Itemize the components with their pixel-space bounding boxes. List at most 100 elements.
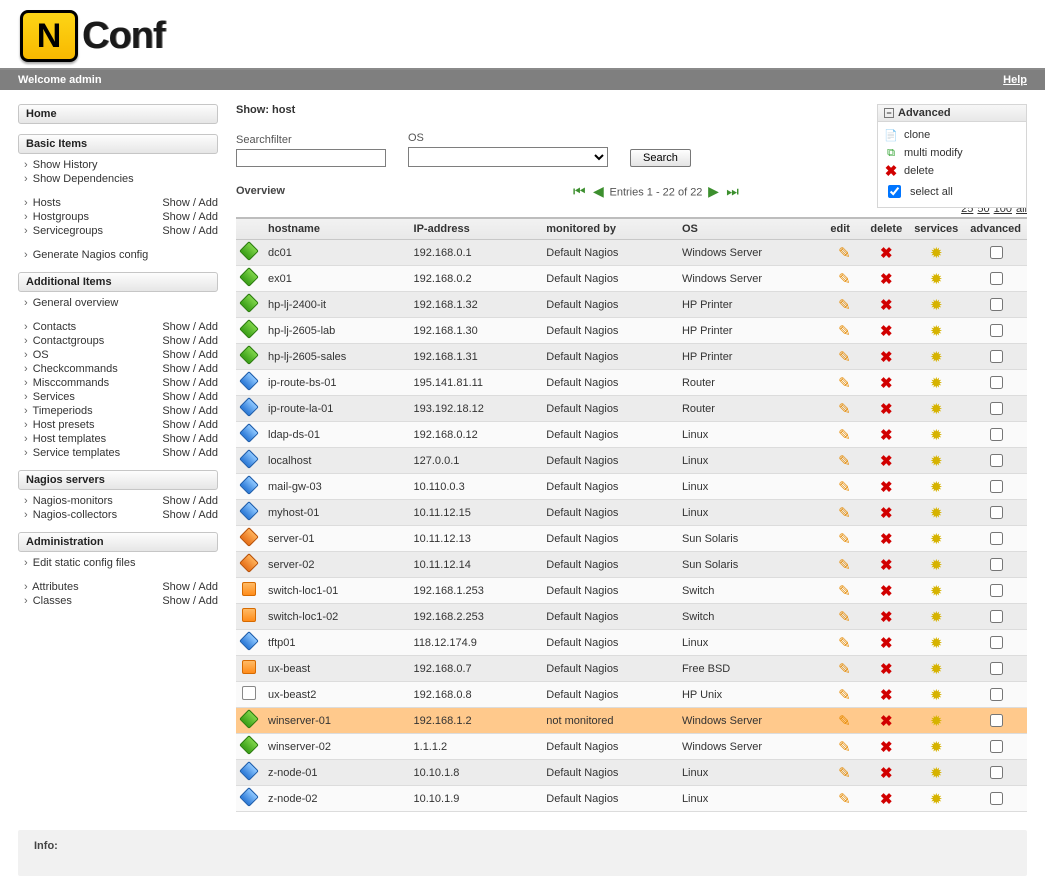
edit-icon[interactable]: ✎	[838, 479, 851, 496]
delete-icon[interactable]: ✖	[880, 583, 893, 600]
host-link[interactable]: localhost	[268, 455, 311, 467]
th-ip[interactable]: IP-address	[408, 218, 541, 240]
row-checkbox[interactable]	[990, 636, 1003, 649]
row-checkbox[interactable]	[990, 584, 1003, 597]
edit-icon[interactable]: ✎	[838, 713, 851, 730]
delete-icon[interactable]: ✖	[880, 323, 893, 340]
sidebar-show-add[interactable]: Show / Add	[162, 495, 218, 507]
services-icon[interactable]: ✹	[930, 375, 943, 392]
advanced-delete[interactable]: ✖ delete	[884, 162, 1020, 180]
sidebar-item[interactable]: › Contactgroups	[24, 335, 104, 347]
row-checkbox[interactable]	[990, 324, 1003, 337]
host-link[interactable]: switch-loc1-01	[268, 585, 338, 597]
sidebar-show-add[interactable]: Show / Add	[162, 595, 218, 607]
row-checkbox[interactable]	[990, 454, 1003, 467]
edit-icon[interactable]: ✎	[838, 531, 851, 548]
sidebar-show-add[interactable]: Show / Add	[162, 433, 218, 445]
th-mon[interactable]: monitored by	[540, 218, 676, 240]
delete-icon[interactable]: ✖	[880, 271, 893, 288]
delete-icon[interactable]: ✖	[880, 531, 893, 548]
sidebar-item[interactable]: › Show Dependencies	[24, 173, 134, 185]
edit-icon[interactable]: ✎	[838, 791, 851, 808]
delete-icon[interactable]: ✖	[880, 349, 893, 366]
row-checkbox[interactable]	[990, 766, 1003, 779]
pager-last-icon[interactable]: ⏭	[725, 183, 741, 199]
row-checkbox[interactable]	[990, 272, 1003, 285]
edit-icon[interactable]: ✎	[838, 687, 851, 704]
host-link[interactable]: ldap-ds-01	[268, 429, 320, 441]
delete-icon[interactable]: ✖	[880, 427, 893, 444]
host-link[interactable]: ip-route-la-01	[268, 403, 333, 415]
services-icon[interactable]: ✹	[930, 557, 943, 574]
services-icon[interactable]: ✹	[930, 661, 943, 678]
delete-icon[interactable]: ✖	[880, 713, 893, 730]
services-icon[interactable]: ✹	[930, 583, 943, 600]
row-checkbox[interactable]	[990, 792, 1003, 805]
sidebar-show-add[interactable]: Show / Add	[162, 391, 218, 403]
search-button[interactable]: Search	[630, 149, 691, 167]
sidebar-item[interactable]: › Servicegroups	[24, 225, 103, 237]
sidebar-item[interactable]: › Service templates	[24, 447, 120, 459]
services-icon[interactable]: ✹	[930, 635, 943, 652]
advanced-select-all[interactable]: select all	[884, 180, 1020, 203]
row-checkbox[interactable]	[990, 506, 1003, 519]
services-icon[interactable]: ✹	[930, 505, 943, 522]
host-link[interactable]: tftp01	[268, 637, 296, 649]
sidebar-item[interactable]: › Hostgroups	[24, 211, 89, 223]
sidebar-item[interactable]: › Timeperiods	[24, 405, 93, 417]
sidebar-item[interactable]: › Edit static config files	[24, 557, 135, 569]
sidebar-show-add[interactable]: Show / Add	[162, 363, 218, 375]
row-checkbox[interactable]	[990, 428, 1003, 441]
sidebar-show-add[interactable]: Show / Add	[162, 321, 218, 333]
select-all-checkbox[interactable]	[888, 185, 901, 198]
services-icon[interactable]: ✹	[930, 479, 943, 496]
host-link[interactable]: winserver-02	[268, 741, 331, 753]
sidebar-item[interactable]: › Host templates	[24, 433, 106, 445]
services-icon[interactable]: ✹	[930, 401, 943, 418]
edit-icon[interactable]: ✎	[838, 557, 851, 574]
sidebar-show-add[interactable]: Show / Add	[162, 225, 218, 237]
sidebar-item[interactable]: › Attributes	[24, 581, 79, 593]
services-icon[interactable]: ✹	[930, 245, 943, 262]
sidebar-show-add[interactable]: Show / Add	[162, 405, 218, 417]
searchfilter-input[interactable]	[236, 149, 386, 167]
services-icon[interactable]: ✹	[930, 531, 943, 548]
delete-icon[interactable]: ✖	[880, 375, 893, 392]
sidebar-show-add[interactable]: Show / Add	[162, 197, 218, 209]
services-icon[interactable]: ✹	[930, 453, 943, 470]
sidebar-item[interactable]: › Host presets	[24, 419, 94, 431]
delete-icon[interactable]: ✖	[880, 245, 893, 262]
advanced-clone[interactable]: 📄 clone	[884, 126, 1020, 144]
sidebar-item[interactable]: › Show History	[24, 159, 98, 171]
edit-icon[interactable]: ✎	[838, 505, 851, 522]
host-link[interactable]: server-02	[268, 559, 314, 571]
row-checkbox[interactable]	[990, 662, 1003, 675]
help-link[interactable]: Help	[1003, 74, 1027, 86]
host-link[interactable]: switch-loc1-02	[268, 611, 338, 623]
edit-icon[interactable]: ✎	[838, 739, 851, 756]
edit-icon[interactable]: ✎	[838, 349, 851, 366]
sidebar-item[interactable]: › Classes	[24, 595, 72, 607]
edit-icon[interactable]: ✎	[838, 323, 851, 340]
host-link[interactable]: mail-gw-03	[268, 481, 322, 493]
host-link[interactable]: winserver-01	[268, 715, 331, 727]
edit-icon[interactable]: ✎	[838, 609, 851, 626]
row-checkbox[interactable]	[990, 558, 1003, 571]
edit-icon[interactable]: ✎	[838, 245, 851, 262]
edit-icon[interactable]: ✎	[838, 297, 851, 314]
sidebar-show-add[interactable]: Show / Add	[162, 349, 218, 361]
sidebar-item[interactable]: › OS	[24, 349, 49, 361]
sidebar-show-add[interactable]: Show / Add	[162, 377, 218, 389]
delete-icon[interactable]: ✖	[880, 661, 893, 678]
row-checkbox[interactable]	[990, 376, 1003, 389]
host-link[interactable]: hp-lj-2400-it	[268, 299, 326, 311]
host-link[interactable]: server-01	[268, 533, 314, 545]
host-link[interactable]: hp-lj-2605-lab	[268, 325, 335, 337]
edit-icon[interactable]: ✎	[838, 635, 851, 652]
delete-icon[interactable]: ✖	[880, 739, 893, 756]
host-link[interactable]: z-node-01	[268, 767, 318, 779]
edit-icon[interactable]: ✎	[838, 271, 851, 288]
row-checkbox[interactable]	[990, 246, 1003, 259]
delete-icon[interactable]: ✖	[880, 765, 893, 782]
services-icon[interactable]: ✹	[930, 791, 943, 808]
